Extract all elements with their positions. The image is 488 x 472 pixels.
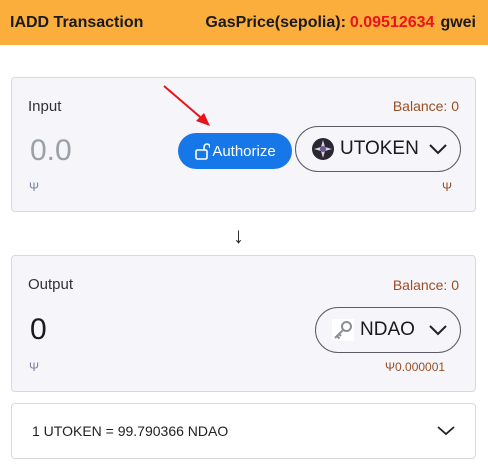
chevron-down-icon	[428, 324, 448, 336]
output-balance: Balance: 0	[392, 277, 459, 293]
annotation-arrow-icon	[163, 85, 210, 126]
key-icon	[332, 319, 354, 341]
input-label: Input	[28, 98, 62, 115]
utoken-icon	[312, 138, 334, 160]
input-token-name: UTOKEN	[340, 138, 419, 159]
chevron-down-icon	[428, 143, 448, 155]
input-token-select[interactable]: UTOKEN	[295, 126, 461, 172]
input-balance: Balance: 0	[392, 98, 459, 114]
output-card: Output Balance: 0 0 NDAO Ψ Ψ0.000001	[11, 255, 476, 392]
output-label: Output	[28, 276, 74, 293]
gas-price: GasPrice(sepolia): 0.09512634 gwei	[205, 14, 476, 32]
gas-price-value: 0.09512634	[349, 13, 435, 31]
output-token-name: NDAO	[360, 319, 415, 340]
top-bar: IADD Transaction GasPrice(sepolia): 0.09…	[0, 0, 488, 45]
output-amount-field[interactable]: 0	[30, 313, 47, 347]
input-left-symbol: Ψ	[29, 180, 40, 194]
unlock-icon	[194, 142, 211, 160]
swap-direction-arrow-icon[interactable]: ↓	[233, 223, 244, 249]
output-left-symbol: Ψ	[29, 360, 40, 374]
exchange-rate-text: 1 UTOKEN = 99.790366 NDAO	[32, 423, 229, 439]
output-token-select[interactable]: NDAO	[315, 307, 461, 353]
input-amount-field[interactable]: 0.0	[30, 134, 72, 168]
input-right-symbol: Ψ	[442, 180, 453, 194]
chevron-down-icon	[437, 426, 455, 436]
authorize-button[interactable]: Authorize	[178, 133, 292, 169]
input-card: Input Balance: 0 0.0 Authorize UTOKEN Ψ …	[11, 77, 476, 212]
exchange-rate-row[interactable]: 1 UTOKEN = 99.790366 NDAO	[11, 403, 476, 459]
gas-price-unit: gwei	[440, 13, 476, 31]
gas-price-label: GasPrice(sepolia):	[205, 13, 346, 31]
output-right-value: Ψ0.000001	[385, 360, 446, 374]
app-title: IADD Transaction	[10, 13, 144, 31]
authorize-label: Authorize	[212, 142, 276, 160]
